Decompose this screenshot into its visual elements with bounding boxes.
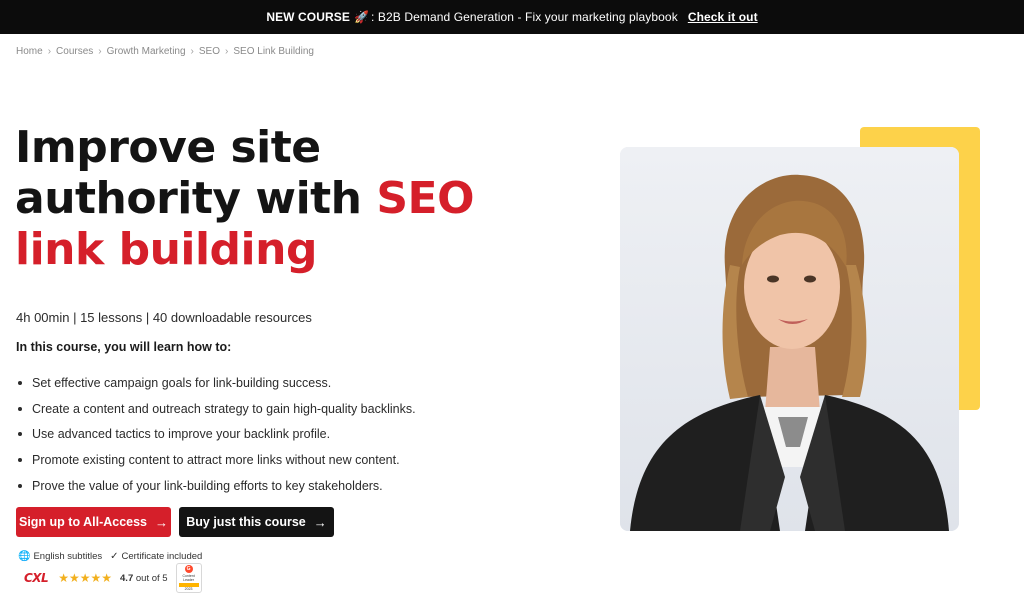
star-rating-icon: ★★★★★: [58, 571, 113, 585]
breadcrumb-seo[interactable]: SEO: [199, 46, 220, 57]
subtitles-label: English subtitles: [33, 551, 103, 562]
bullet-icon: [18, 483, 22, 488]
announcement-label: NEW COURSE: [266, 10, 350, 24]
list-item-text: Prove the value of your link-building ef…: [32, 478, 383, 493]
cxl-logo: CXL: [24, 571, 49, 585]
list-item-text: Promote existing content to attract more…: [32, 452, 400, 467]
learn-heading: In this course, you will learn how to:: [16, 340, 232, 354]
g2-badge-icon: G Content Leader 2023: [175, 563, 202, 593]
subtitles-feature: 🌐 English subtitles: [18, 551, 102, 562]
title-highlight-seo: SEO: [376, 173, 474, 224]
signup-button-label: Sign up to All-Access: [18, 515, 148, 529]
signup-all-access-button[interactable]: Sign up to All-Access →: [16, 507, 171, 537]
certificate-feature: ✓ Certificate included: [110, 551, 202, 562]
course-features: 🌐 English subtitles ✓ Certificate included: [18, 551, 202, 562]
breadcrumb-growth-marketing[interactable]: Growth Marketing: [107, 46, 186, 57]
learn-list: Set effective campaign goals for link-bu…: [18, 370, 416, 498]
breadcrumb-separator-icon: ›: [225, 46, 229, 57]
bullet-icon: [18, 380, 22, 385]
page-title: Improve site authority with SEO link bui…: [15, 122, 535, 275]
rating-row: CXL ★★★★★ 4.7 out of 5 G Content Leader …: [24, 563, 202, 593]
title-line-2: authority with: [15, 173, 377, 224]
instructor-photo: [620, 147, 959, 531]
list-item: Set effective campaign goals for link-bu…: [18, 370, 416, 396]
announcement-bar: NEW COURSE 🚀 : B2B Demand Generation - F…: [0, 0, 1024, 34]
buy-button-label: Buy just this course: [186, 515, 306, 529]
badge-line: 2023: [184, 587, 193, 591]
list-item-text: Set effective campaign goals for link-bu…: [32, 375, 332, 390]
breadcrumb: Home › Courses › Growth Marketing › SEO …: [16, 46, 314, 57]
list-item: Promote existing content to attract more…: [18, 447, 416, 473]
list-item: Prove the value of your link-building ef…: [18, 473, 416, 499]
title-line-1: Improve site: [15, 122, 321, 173]
bullet-icon: [18, 432, 22, 437]
certificate-label: Certificate included: [121, 551, 203, 562]
globe-icon: 🌐: [18, 551, 31, 562]
bullet-icon: [18, 406, 22, 411]
title-highlight-link-building: link building: [15, 224, 317, 275]
breadcrumb-courses[interactable]: Courses: [56, 46, 93, 57]
announcement-link[interactable]: Check it out: [688, 10, 758, 24]
list-item-text: Create a content and outreach strategy t…: [32, 401, 416, 416]
list-item-text: Use advanced tactics to improve your bac…: [32, 427, 331, 442]
arrow-right-icon: →: [155, 514, 169, 530]
breadcrumb-separator-icon: ›: [190, 46, 194, 57]
rating-out-of: out of 5: [135, 572, 168, 584]
list-item: Use advanced tactics to improve your bac…: [18, 421, 416, 447]
list-item: Create a content and outreach strategy t…: [18, 396, 416, 422]
check-icon: ✓: [110, 551, 119, 562]
rocket-icon: 🚀: [353, 10, 370, 24]
rating-score: 4.7 out of 5: [120, 573, 168, 584]
arrow-right-icon: →: [313, 514, 327, 530]
breadcrumb-separator-icon: ›: [47, 46, 52, 57]
buy-course-button[interactable]: Buy just this course →: [179, 507, 334, 537]
rating-value: 4.7: [120, 572, 134, 584]
breadcrumb-separator-icon: ›: [98, 46, 102, 57]
course-meta: 4h 00min | 15 lessons | 40 downloadable …: [16, 310, 312, 325]
announcement-text: : B2B Demand Generation - Fix your marke…: [371, 10, 678, 24]
g2-logo-icon: G: [184, 565, 193, 573]
bullet-icon: [18, 457, 22, 462]
breadcrumb-home[interactable]: Home: [16, 46, 43, 57]
badge-line: Leader: [183, 578, 195, 582]
breadcrumb-current[interactable]: SEO Link Building: [233, 46, 314, 57]
instructor-portrait-illustration: [620, 147, 959, 531]
